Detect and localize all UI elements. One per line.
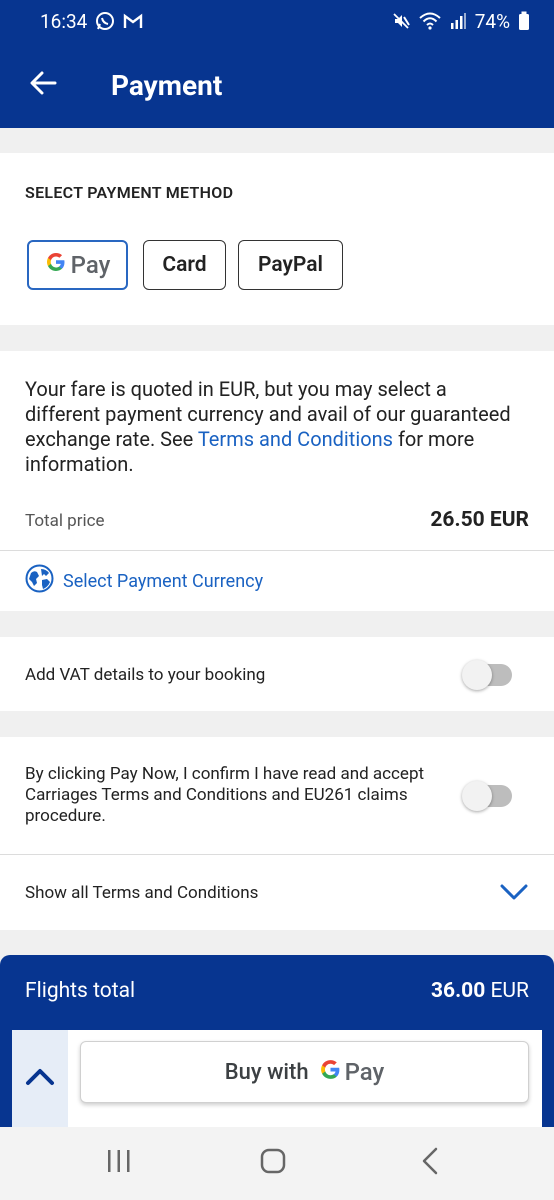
toggle-knob (462, 660, 492, 690)
chevron-up-icon (25, 1067, 55, 1091)
expand-summary-button[interactable] (12, 1030, 68, 1127)
chevron-down-icon[interactable] (499, 882, 529, 906)
home-button[interactable] (243, 1145, 303, 1181)
whatsapp-icon (95, 11, 115, 31)
globe-icon (25, 564, 54, 598)
back-button[interactable] (0, 42, 86, 128)
consent-label: By clicking Pay Now, I confirm I have re… (25, 764, 425, 826)
flights-total-label: Flights total (25, 979, 136, 1003)
google-g-icon (45, 251, 67, 279)
app-bar: Payment (0, 42, 554, 128)
fare-section: Your fare is quoted in EUR, but you may … (0, 351, 554, 611)
vat-label: Add VAT details to your booking (25, 665, 266, 685)
system-nav-bar (0, 1127, 554, 1200)
gpay-label: Pay (344, 1058, 385, 1086)
card-option[interactable]: Card (143, 240, 226, 290)
show-terms-label[interactable]: Show all Terms and Conditions (25, 883, 258, 904)
divider (0, 854, 554, 855)
recent-apps-button[interactable] (89, 1145, 149, 1181)
buy-panel: Buy with Pay (12, 1030, 542, 1127)
status-bar: 16:34 74% (0, 0, 554, 42)
home-icon (259, 1147, 287, 1179)
vat-toggle[interactable] (462, 660, 512, 690)
gmail-icon (123, 13, 143, 29)
select-currency-label: Select Payment Currency (63, 570, 264, 592)
google-pay-label: Pay (70, 251, 111, 279)
google-g-icon (319, 1058, 342, 1087)
total-price-value: 26.50 EUR (430, 508, 529, 532)
consent-section: By clicking Pay Now, I confirm I have re… (0, 737, 554, 930)
toggle-knob (462, 781, 492, 811)
buy-with-label: Buy with (224, 1059, 309, 1085)
terms-link[interactable]: Terms and Conditions (198, 427, 393, 451)
fare-info-text: Your fare is quoted in EUR, but you may … (25, 377, 511, 476)
battery-icon (518, 11, 530, 31)
google-pay-option[interactable]: Pay (27, 240, 128, 290)
buy-with-gpay-button[interactable]: Buy with Pay (80, 1041, 529, 1103)
back-nav-button[interactable] (400, 1145, 460, 1181)
payment-method-heading: SELECT PAYMENT METHOD (25, 183, 234, 202)
total-price-label: Total price (25, 511, 105, 531)
select-currency-link[interactable]: Select Payment Currency (25, 564, 263, 598)
status-time: 16:34 (40, 9, 88, 33)
vat-section: Add VAT details to your booking (0, 637, 554, 711)
page-title: Payment (111, 68, 223, 102)
back-chevron-icon (420, 1147, 440, 1179)
checkout-footer: Flights total 36.00 EUR Buy with Pay (0, 955, 554, 1127)
paypal-option[interactable]: PayPal (238, 240, 343, 290)
mute-icon (391, 11, 411, 31)
payment-method-section: SELECT PAYMENT METHOD Pay Card PayPal (0, 153, 554, 325)
wifi-icon (419, 12, 441, 30)
consent-toggle[interactable] (462, 781, 512, 811)
back-arrow-icon (29, 71, 57, 99)
recent-apps-icon (106, 1149, 132, 1177)
battery-percent: 74% (474, 9, 510, 33)
flights-total-value: 36.00 EUR (430, 979, 529, 1003)
signal-icon (449, 12, 467, 30)
divider (0, 550, 554, 551)
